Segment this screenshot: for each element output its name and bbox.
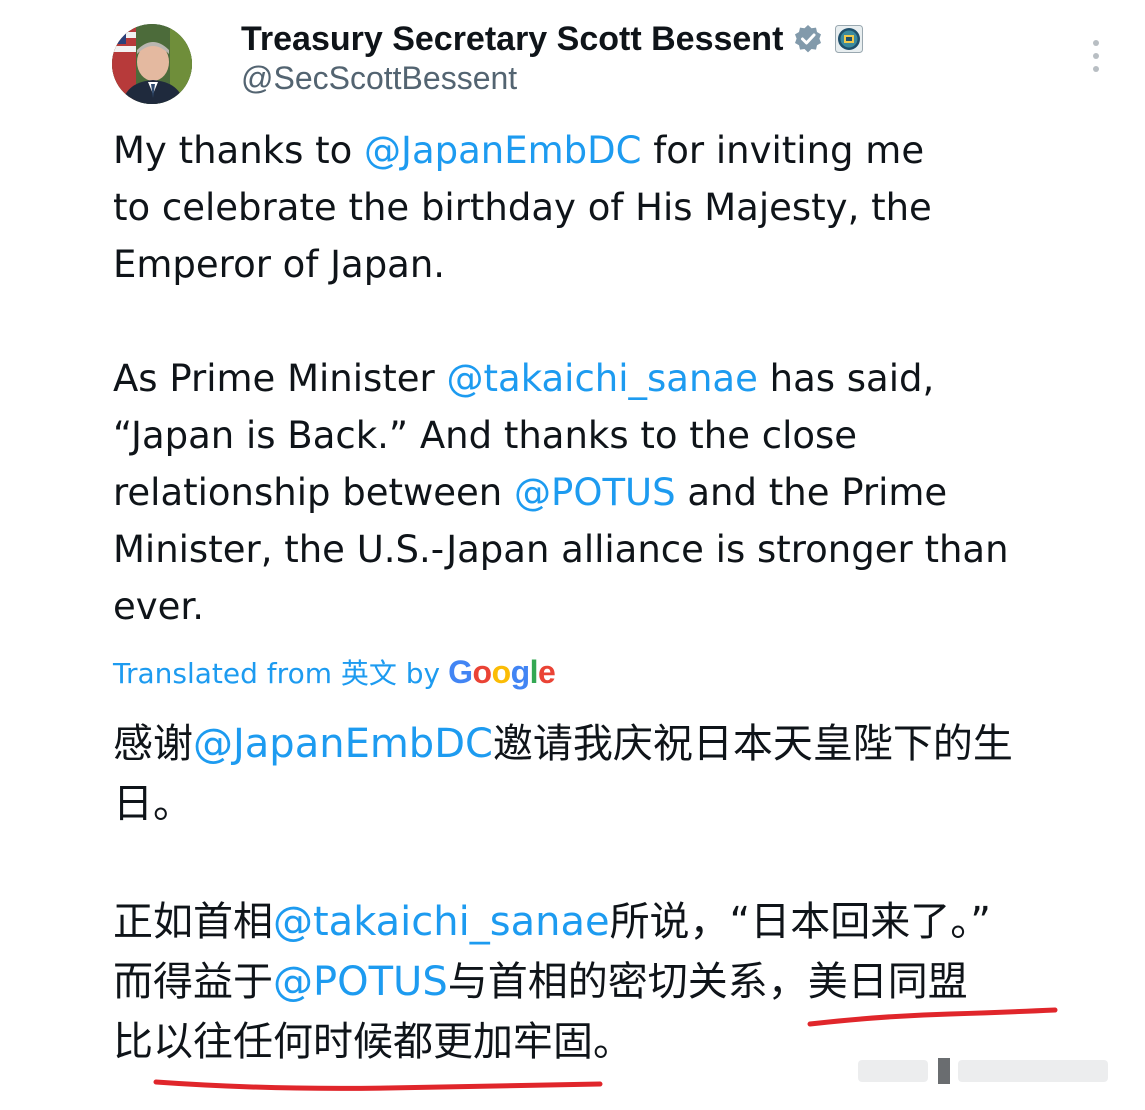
watermark (858, 1052, 1118, 1095)
mention-link-takaichi-sanae[interactable]: @takaichi_sanae (447, 357, 758, 400)
mention-link-japanembdc[interactable]: @JapanEmbDC (364, 129, 641, 172)
text-span: My thanks to (113, 129, 365, 172)
translated-text-line: 感谢@JapanEmbDC邀请我庆祝日本天皇陛下的生 (113, 714, 1123, 774)
mention-link-potus[interactable]: @POTUS (514, 471, 676, 514)
text-span: 日。 (113, 781, 193, 827)
author-avatar[interactable] (112, 24, 192, 104)
text-span: ever. (113, 585, 205, 628)
text-span: 正如首相 (113, 899, 273, 945)
tweet-text-line: ever. (113, 578, 1123, 635)
annotation-underline-1 (807, 1007, 1058, 1027)
text-span: to celebrate the birthday of His Majesty… (113, 186, 932, 229)
translated-text-paragraph-2: 正如首相@takaichi_sanae所说，“日本回来了。” 而得益于@POTU… (113, 892, 1123, 1072)
text-span: 邀请我庆祝日本天皇陛下的生 (492, 721, 1013, 767)
translated-text-line: 日。 (113, 774, 1123, 834)
author-name-row: Treasury Secretary Scott Bessent (241, 16, 864, 62)
translated-by-label[interactable]: Translated from 英文 by Google (113, 652, 556, 692)
text-span: 感谢 (113, 721, 193, 767)
text-span: As Prime Minister (113, 357, 447, 400)
annotation-underline-2 (153, 1079, 603, 1091)
translated-text-line: 正如首相@takaichi_sanae所说，“日本回来了。” (113, 892, 1123, 952)
verified-badge-icon[interactable] (793, 24, 823, 54)
google-logo: Google (448, 653, 556, 690)
text-span: 比以往任何时候都更加牢固。 (113, 1019, 633, 1065)
text-span: Minister, the U.S.-Japan alliance is str… (113, 528, 1009, 571)
translated-from-text: Translated from 英文 by (113, 657, 441, 690)
tweet-text-paragraph-2: As Prime Minister @takaichi_sanae has sa… (113, 350, 1123, 635)
treasury-seal-icon[interactable] (835, 25, 864, 53)
text-span: and the Prime (675, 471, 948, 514)
text-span: “Japan is Back.” And thanks to the close (113, 414, 858, 457)
tweet-text-line: Emperor of Japan. (113, 236, 1123, 293)
tweet-text-line: Minister, the U.S.-Japan alliance is str… (113, 521, 1123, 578)
text-span: 所说，“日本回来了。” (609, 899, 992, 945)
translated-text-paragraph-1: 感谢@JapanEmbDC邀请我庆祝日本天皇陛下的生 日。 (113, 714, 1123, 834)
text-span: has said, (757, 357, 935, 400)
text-span: Emperor of Japan. (113, 243, 446, 286)
mention-link-potus[interactable]: @POTUS (273, 959, 448, 1005)
tweet-text-line: My thanks to @JapanEmbDC for inviting me (113, 122, 1123, 179)
tweet-text-line: relationship between @POTUS and the Prim… (113, 464, 1123, 521)
mention-link-takaichi-sanae[interactable]: @takaichi_sanae (273, 899, 610, 945)
text-span: 与首相的密切关系，美日同盟 (447, 959, 968, 1005)
more-dot (1093, 53, 1099, 59)
text-span: relationship between (113, 471, 515, 514)
tweet-text-line: to celebrate the birthday of His Majesty… (113, 179, 1123, 236)
text-span: 而得益于 (113, 959, 273, 1005)
mention-link-japanembdc[interactable]: @JapanEmbDC (193, 721, 493, 767)
more-dot (1093, 66, 1099, 72)
avatar-photo (112, 24, 192, 104)
author-name[interactable]: Treasury Secretary Scott Bessent (241, 20, 783, 59)
text-span: for inviting me (641, 129, 925, 172)
tweet-text-line: “Japan is Back.” And thanks to the close (113, 407, 1123, 464)
author-handle[interactable]: @SecScottBessent (241, 60, 517, 97)
more-options-icon[interactable] (1088, 40, 1104, 72)
more-dot (1093, 40, 1099, 46)
tweet-text-line: As Prime Minister @takaichi_sanae has sa… (113, 350, 1123, 407)
tweet-text-paragraph-1: My thanks to @JapanEmbDC for inviting me… (113, 122, 1123, 293)
watermark-smudge (858, 1058, 1108, 1084)
